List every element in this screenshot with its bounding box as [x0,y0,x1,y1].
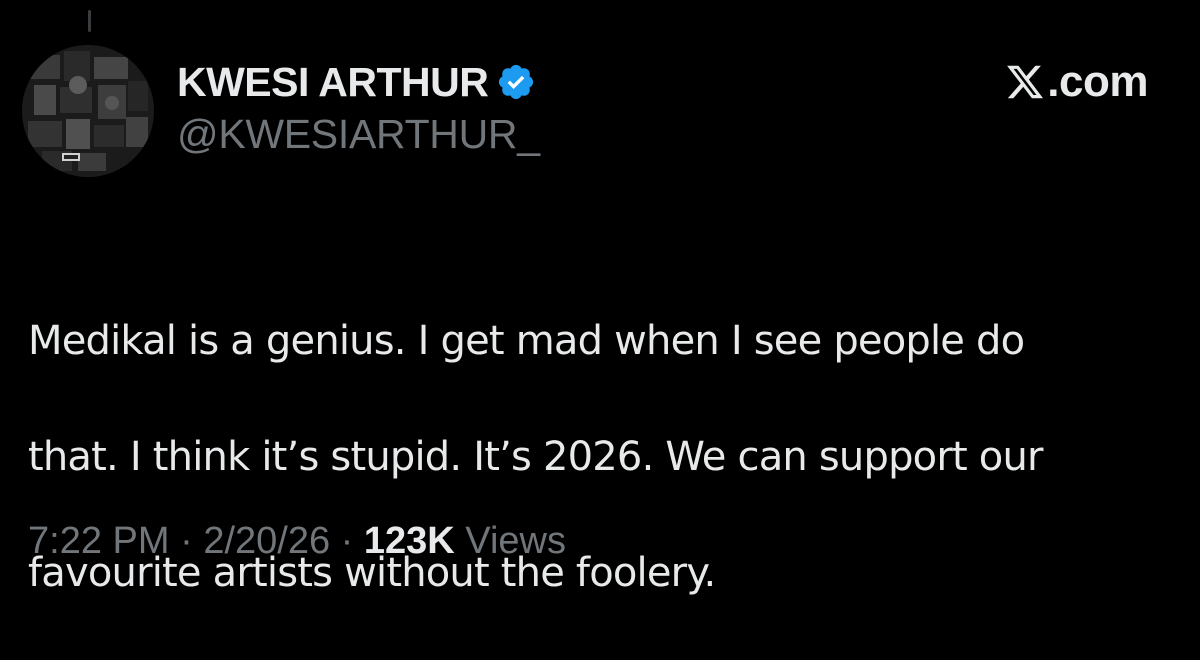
tweet-text-line: Medikal is a genius. I get mad when I se… [28,318,1025,364]
tweet-metadata: 7:22 PM · 2/20/26 · 123K Views [28,518,566,564]
author-handle[interactable]: @KWESIARTHUR_ [177,114,540,155]
x-brand-watermark: .com [1005,60,1148,104]
verified-badge-icon [496,62,536,102]
tweet-time[interactable]: 7:22 PM [28,520,170,562]
tweet-text-line: that. I think it’s stupid. It’s 2026. We… [28,434,1043,480]
meta-separator: · [180,520,193,562]
avatar[interactable] [22,45,154,177]
tweet-date[interactable]: 2/20/26 [203,520,330,562]
views-label: Views [465,520,566,562]
brand-domain-text: .com [1047,57,1148,106]
author-name-row: KWESI ARTHUR [177,56,540,108]
author-display-name[interactable]: KWESI ARTHUR [177,61,489,103]
thread-connector-line [88,10,91,32]
x-logo-icon [1005,62,1045,102]
meta-separator: · [340,520,354,562]
tweet-header: KWESI ARTHUR @KWESIARTHUR_ [177,56,540,155]
tweet-text: Medikal is a genius. I get mad when I se… [28,254,1188,660]
views-count[interactable]: 123K [364,520,455,562]
avatar-image [22,45,154,177]
